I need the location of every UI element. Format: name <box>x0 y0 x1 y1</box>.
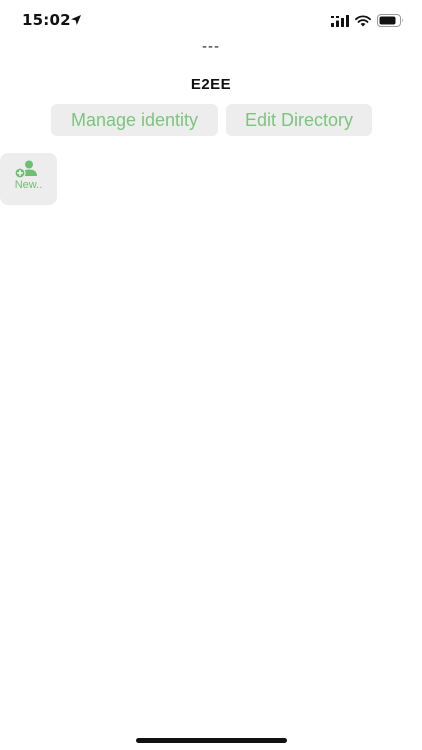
add-person-icon <box>14 160 37 179</box>
status-time: 15:02 <box>22 11 71 29</box>
page-subtitle: --- <box>202 38 220 55</box>
page-title: E2EE <box>190 76 232 93</box>
battery-icon <box>377 14 403 27</box>
location-arrow-icon <box>71 15 81 25</box>
cellular-signal-icon <box>331 14 349 27</box>
action-row: Manage identity Edit Directory <box>51 104 372 136</box>
home-indicator <box>136 738 287 743</box>
new-contact-label: New.. <box>14 179 43 191</box>
edit-directory-button[interactable]: Edit Directory <box>226 104 372 136</box>
status-icons <box>331 14 404 27</box>
wifi-icon <box>355 14 371 26</box>
manage-identity-button[interactable]: Manage identity <box>51 104 218 136</box>
new-contact-button[interactable]: New.. <box>0 153 57 205</box>
